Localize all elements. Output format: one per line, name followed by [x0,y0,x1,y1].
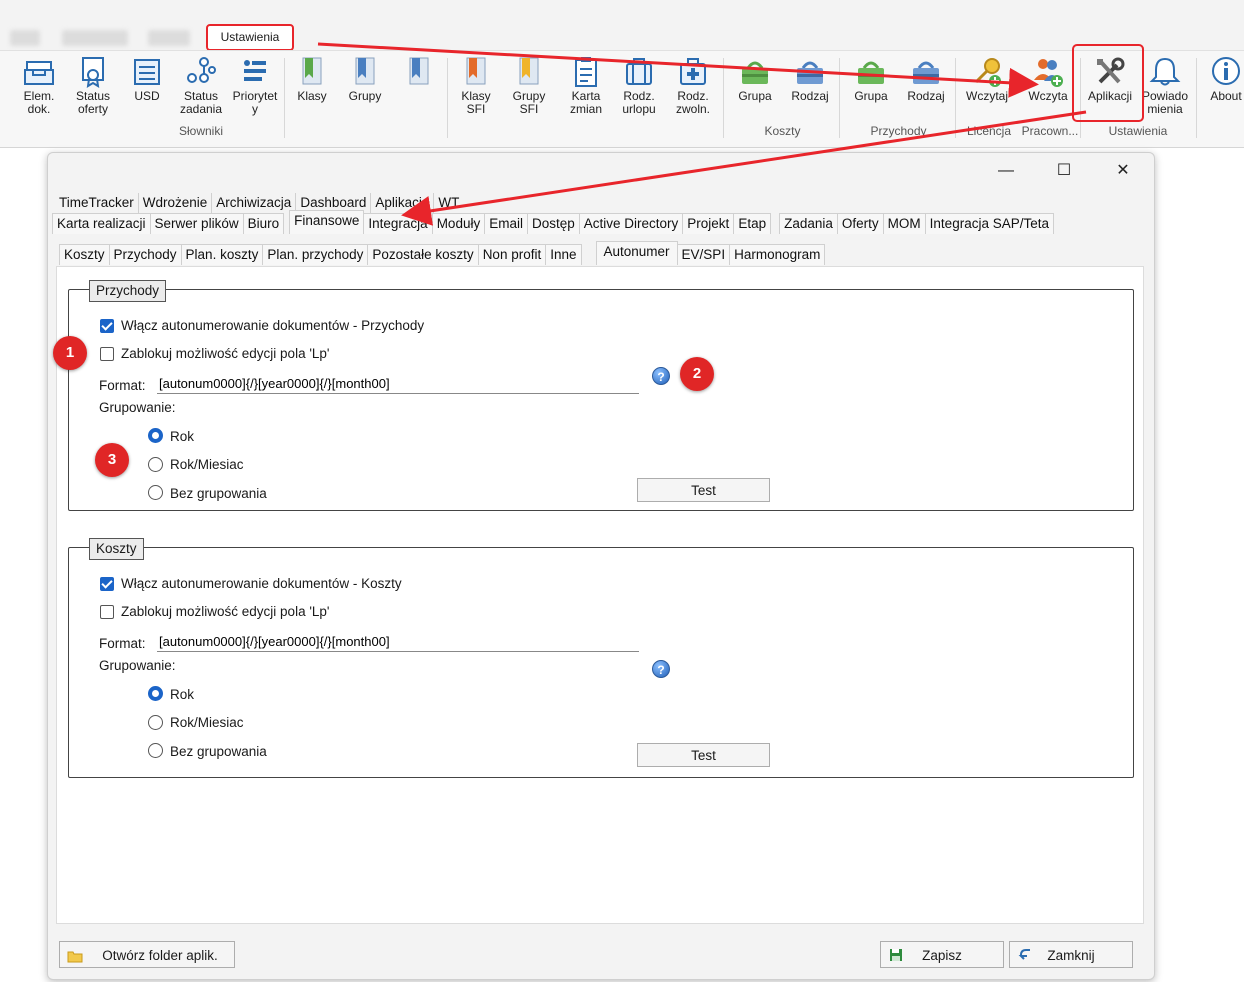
arrow-ustawienia-to-aplikacji [317,42,1039,98]
arrow-aplikacji-to-finansowe [401,110,1087,226]
annotation-arrows [317,42,1087,226]
